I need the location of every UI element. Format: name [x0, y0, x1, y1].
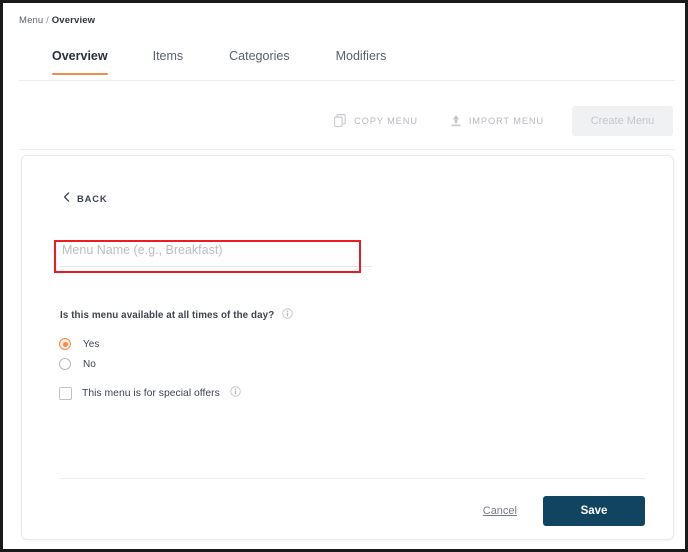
tab-items[interactable]: Items — [153, 49, 184, 75]
tab-bar: Overview Items Categories Modifiers — [19, 49, 675, 81]
tab-overview-label: Overview — [52, 49, 108, 63]
tab-items-label: Items — [152, 49, 184, 63]
radio-option-yes[interactable]: Yes — [59, 334, 99, 354]
special-offers-label: This menu is for special offers — [82, 387, 220, 399]
availability-question-label: Is this menu available at all times of t… — [60, 309, 275, 321]
availability-radio-group: Yes No — [59, 334, 99, 374]
import-menu-button[interactable]: IMPORT MENU — [450, 114, 544, 129]
app-window: Menu / Overview Overview Items Categorie… — [0, 0, 688, 552]
breadcrumb: Menu / Overview — [19, 15, 95, 26]
tab-overview[interactable]: Overview — [52, 49, 108, 75]
special-offers-checkbox-row[interactable]: This menu is for special offers — [59, 384, 241, 402]
breadcrumb-separator: / — [46, 15, 49, 26]
menu-name-input[interactable] — [60, 237, 372, 267]
footer-divider — [60, 478, 645, 479]
menu-name-field-wrap — [60, 237, 372, 267]
copy-icon — [334, 113, 347, 129]
copy-menu-button[interactable]: COPY MENU — [334, 113, 418, 129]
breadcrumb-root[interactable]: Menu — [19, 15, 43, 26]
radio-option-no[interactable]: No — [59, 354, 99, 374]
menu-form-card: BACK Is this menu available at all times… — [21, 155, 674, 540]
import-menu-label: IMPORT MENU — [468, 116, 544, 126]
tab-categories[interactable]: Categories — [229, 49, 289, 75]
save-button[interactable]: Save — [543, 496, 645, 526]
cancel-button[interactable]: Cancel — [483, 505, 517, 517]
radio-no-indicator — [59, 358, 71, 370]
breadcrumb-current: Overview — [51, 15, 96, 26]
form-footer: Cancel Save — [483, 496, 645, 526]
special-offers-checkbox[interactable] — [59, 386, 72, 400]
tab-categories-label: Categories — [229, 49, 290, 63]
chevron-left-icon — [63, 192, 70, 204]
availability-question-row: Is this menu available at all times of t… — [60, 306, 294, 324]
toolbar: COPY MENU IMPORT MENU Create Menu — [334, 104, 673, 138]
back-label: BACK — [77, 192, 108, 204]
tab-modifiers-label: Modifiers — [335, 49, 387, 63]
upload-icon — [450, 114, 462, 129]
tab-modifiers[interactable]: Modifiers — [336, 49, 387, 75]
radio-no-label: No — [83, 358, 96, 370]
tab-bar-divider — [19, 80, 675, 81]
back-button[interactable]: BACK — [63, 192, 107, 204]
radio-yes-label: Yes — [83, 338, 100, 350]
create-menu-button[interactable]: Create Menu — [572, 106, 673, 136]
toolbar-divider — [19, 149, 675, 150]
save-label: Save — [580, 505, 608, 517]
radio-yes-indicator — [59, 338, 71, 350]
special-offers-info-icon[interactable] — [230, 384, 241, 402]
copy-menu-label: COPY MENU — [354, 116, 418, 126]
create-menu-label: Create Menu — [590, 115, 655, 127]
availability-info-icon[interactable] — [282, 306, 294, 324]
